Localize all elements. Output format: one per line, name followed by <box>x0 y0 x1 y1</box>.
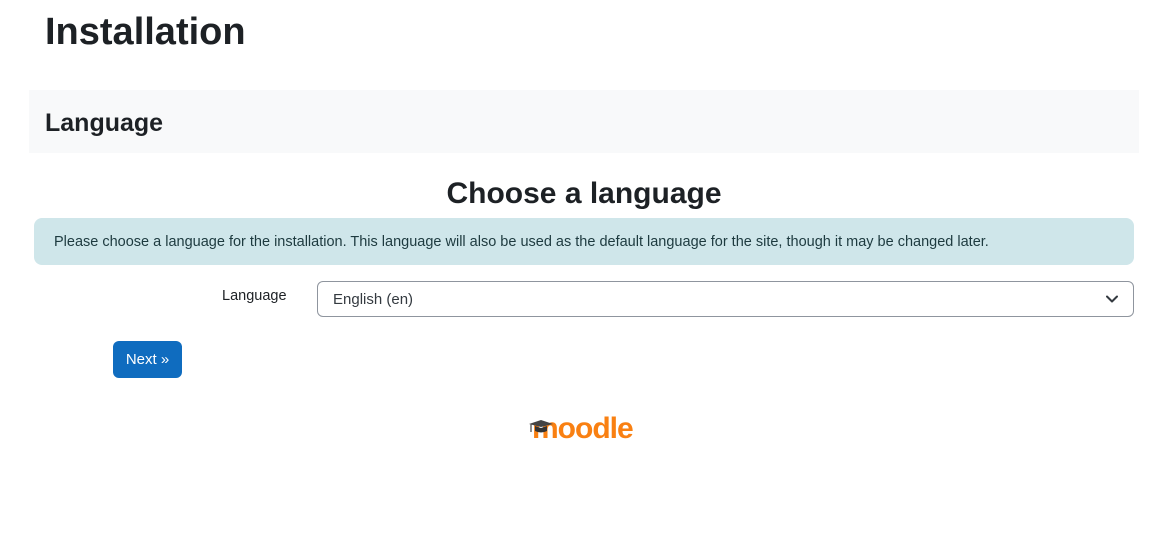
language-select[interactable]: English (en) <box>317 281 1134 317</box>
language-label: Language <box>222 288 287 304</box>
language-select-value: English (en) <box>333 290 414 308</box>
page-title: Installation <box>45 11 246 53</box>
graduation-cap-icon <box>529 420 553 433</box>
section-header: Language <box>29 90 1139 153</box>
section-title: Language <box>45 109 164 137</box>
info-alert: Please choose a language for the install… <box>34 218 1134 265</box>
chevron-down-icon <box>1105 292 1119 306</box>
next-button[interactable]: Next » <box>113 341 182 378</box>
install-page: Installation Language Choose a language … <box>0 0 1172 533</box>
moodle-logo: moodle <box>528 410 644 448</box>
choose-language-heading: Choose a language <box>446 177 722 210</box>
info-alert-text: Please choose a language for the install… <box>54 233 989 250</box>
